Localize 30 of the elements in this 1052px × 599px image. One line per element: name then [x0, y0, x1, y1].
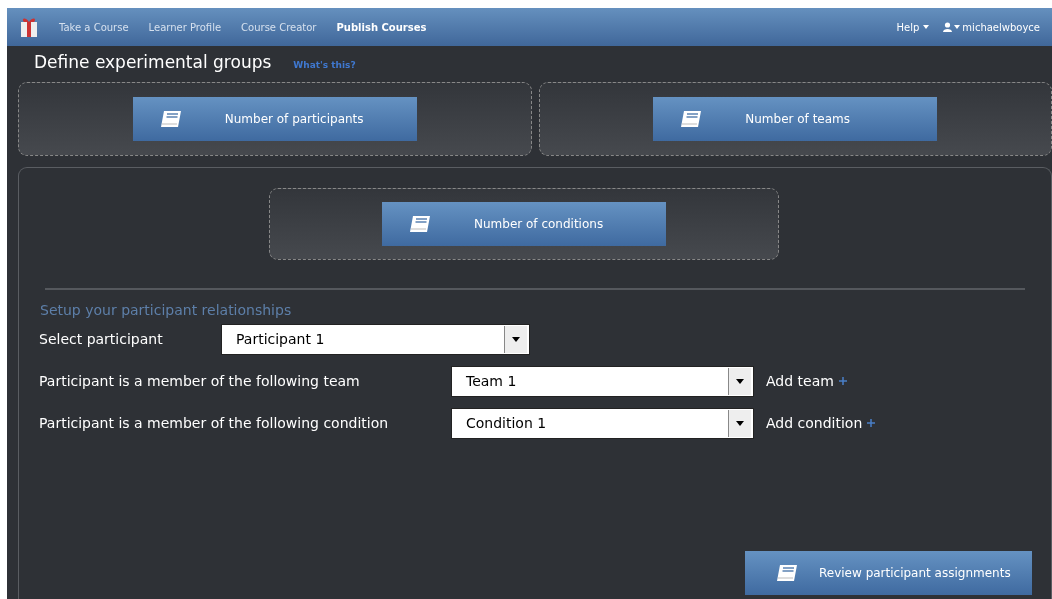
nav-link[interactable]: Learner Profile: [148, 21, 222, 33]
caret-icon: [736, 378, 744, 384]
nav-link[interactable]: Take a Course: [59, 21, 129, 33]
field-label: Participant is a member of the following team: [39, 373, 361, 389]
select-field[interactable]: Team 1: [451, 365, 754, 397]
nav-link[interactable]: Publish Courses: [336, 21, 427, 33]
review-button[interactable]: Review participant assignments: [745, 551, 1032, 595]
plus-icon[interactable]: [838, 377, 847, 385]
add-link[interactable]: Add condition: [766, 415, 863, 431]
select-field[interactable]: Participant 1: [221, 323, 530, 355]
caret-icon: [736, 420, 744, 426]
gift-icon[interactable]: [19, 16, 39, 38]
page-title: Define experimental groups: [34, 52, 272, 72]
count-button[interactable]: Number of teams: [653, 97, 938, 141]
caret-icon: [923, 25, 930, 29]
user-icon: [943, 22, 953, 32]
add-link[interactable]: Add team: [766, 373, 834, 389]
select-field[interactable]: Condition 1: [451, 407, 754, 439]
plus-icon[interactable]: [867, 419, 876, 427]
field-label: Participant is a member of the following condition: [39, 415, 390, 431]
caret-icon: [954, 25, 961, 29]
nav-link[interactable]: Course Creator: [241, 21, 317, 33]
field-label: Select participant: [39, 331, 164, 347]
count-button[interactable]: Number of participants: [132, 97, 417, 141]
help-link[interactable]: What's this?: [293, 60, 356, 70]
user-menu[interactable]: michaelwboyce: [943, 21, 1040, 33]
count-button[interactable]: Number of conditions: [382, 202, 666, 246]
section-heading: Setup your participant relationships: [40, 302, 293, 318]
caret-icon: [512, 336, 520, 342]
help-menu[interactable]: Help: [896, 21, 930, 33]
